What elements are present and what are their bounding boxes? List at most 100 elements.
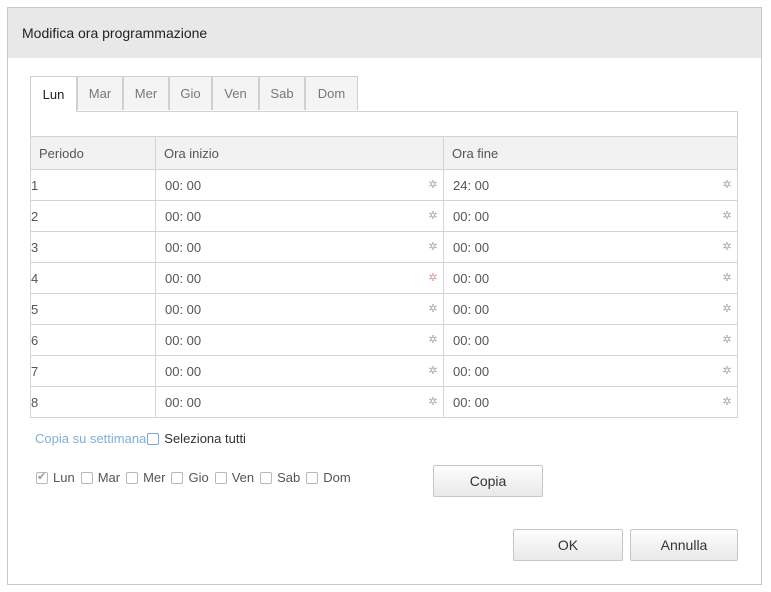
start-time-field[interactable]: 00: 00 ✲ [155, 355, 444, 387]
period-cell: 5 [30, 293, 156, 325]
day-checkbox-label: Mar [97, 470, 121, 485]
tab-mer[interactable]: Mer [123, 76, 169, 110]
copy-day-mer[interactable]: Mer [125, 470, 165, 485]
tab-ven[interactable]: Ven [212, 76, 259, 110]
table-row: 3 00: 00 ✲ 00: 00 ✲ [30, 231, 738, 263]
clock-picker-icon[interactable]: ✲ [426, 363, 440, 379]
day-checkbox[interactable] [126, 471, 139, 484]
end-time-field[interactable]: 24: 00 ✲ [443, 169, 738, 201]
cancel-button[interactable]: Annulla [630, 529, 738, 561]
clock-picker-icon[interactable]: ✲ [426, 177, 440, 193]
clock-picker-icon[interactable]: ✲ [720, 301, 734, 317]
copy-week-row: Copia su settimana Seleziona tutti [35, 431, 246, 446]
day-checkbox[interactable] [306, 471, 319, 484]
day-checkbox-label: Sab [277, 470, 301, 485]
end-time-value: 00: 00 [453, 364, 490, 379]
day-checkbox-label: Dom [323, 470, 351, 485]
day-checkbox-label: Ven [231, 470, 255, 485]
copy-day-sab[interactable]: Sab [259, 470, 300, 485]
start-time-field[interactable]: 00: 00 ✲ [155, 324, 444, 356]
period-cell: 2 [30, 200, 156, 232]
day-checkbox[interactable] [171, 471, 184, 484]
clock-picker-icon[interactable]: ✲ [426, 239, 440, 255]
copy-week-link[interactable]: Copia su settimana [35, 431, 146, 446]
day-checkbox[interactable] [80, 471, 93, 484]
clock-picker-icon[interactable]: ✲ [720, 332, 734, 348]
table-row: 4 00: 00 ✲ 00: 00 ✲ [30, 262, 738, 294]
end-time-field[interactable]: 00: 00 ✲ [443, 293, 738, 325]
copy-day-ven[interactable]: Ven [214, 470, 254, 485]
copy-days-row: Lun Mar Mer Gio Ven Sab Dom [35, 470, 356, 485]
end-time-field[interactable]: 00: 00 ✲ [443, 231, 738, 263]
column-header-period: Periodo [30, 136, 156, 170]
clock-picker-icon[interactable]: ✲ [720, 363, 734, 379]
start-time-value: 00: 00 [165, 178, 202, 193]
column-header-start: Ora inizio [155, 136, 444, 170]
day-checkbox[interactable] [36, 470, 48, 484]
end-time-value: 00: 00 [453, 240, 490, 255]
copy-day-mar[interactable]: Mar [80, 470, 120, 485]
copy-button[interactable]: Copia [433, 465, 543, 497]
end-time-field[interactable]: 00: 00 ✲ [443, 200, 738, 232]
start-time-value: 00: 00 [165, 395, 202, 410]
end-time-field[interactable]: 00: 00 ✲ [443, 355, 738, 387]
clock-picker-icon[interactable]: ✲ [720, 177, 734, 193]
end-time-value: 00: 00 [453, 333, 490, 348]
tab-sab[interactable]: Sab [259, 76, 305, 110]
start-time-value: 00: 00 [165, 333, 202, 348]
clock-picker-icon[interactable]: ✲ [426, 332, 440, 348]
period-cell: 7 [30, 355, 156, 387]
table-row: 5 00: 00 ✲ 00: 00 ✲ [30, 293, 738, 325]
period-cell: 6 [30, 324, 156, 356]
clock-picker-icon[interactable]: ✲ [426, 301, 440, 317]
ok-button[interactable]: OK [513, 529, 623, 561]
start-time-value: 00: 00 [165, 302, 202, 317]
end-time-value: 00: 00 [453, 395, 490, 410]
start-time-field[interactable]: 00: 00 ✲ [155, 262, 444, 294]
day-checkbox[interactable] [214, 471, 227, 484]
day-checkbox[interactable] [260, 471, 273, 484]
schedule-table: Periodo Ora inizio Ora fine 1 00: 00 ✲ 24: … [30, 136, 738, 418]
clock-picker-icon[interactable]: ✲ [720, 394, 734, 410]
copy-day-lun[interactable]: Lun [35, 470, 75, 485]
clock-picker-icon[interactable]: ✲ [426, 394, 440, 410]
tab-gio[interactable]: Gio [169, 76, 212, 110]
end-time-field[interactable]: 00: 00 ✲ [443, 386, 738, 418]
period-cell: 4 [30, 262, 156, 294]
select-all-checkbox[interactable] [147, 432, 160, 445]
start-time-field[interactable]: 00: 00 ✲ [155, 169, 444, 201]
start-time-value: 00: 00 [165, 209, 202, 224]
period-cell: 3 [30, 231, 156, 263]
tab-content-strip [30, 111, 738, 136]
copy-day-dom[interactable]: Dom [305, 470, 351, 485]
start-time-field[interactable]: 00: 00 ✲ [155, 293, 444, 325]
column-header-end: Ora fine [443, 136, 738, 170]
table-row: 8 00: 00 ✲ 00: 00 ✲ [30, 386, 738, 418]
clock-picker-icon[interactable]: ✲ [720, 208, 734, 224]
start-time-field[interactable]: 00: 00 ✲ [155, 386, 444, 418]
end-time-field[interactable]: 00: 00 ✲ [443, 324, 738, 356]
tab-lun[interactable]: Lun [30, 76, 77, 112]
period-cell: 1 [30, 169, 156, 201]
start-time-value: 00: 00 [165, 240, 202, 255]
period-cell: 8 [30, 386, 156, 418]
table-row: 1 00: 00 ✲ 24: 00 ✲ [30, 169, 738, 201]
copy-day-gio[interactable]: Gio [170, 470, 209, 485]
end-time-field[interactable]: 00: 00 ✲ [443, 262, 738, 294]
day-checkbox-label: Mer [143, 470, 166, 485]
start-time-value: 00: 00 [165, 271, 202, 286]
day-checkbox-label: Lun [53, 470, 75, 485]
tab-mar[interactable]: Mar [77, 76, 123, 110]
start-time-field[interactable]: 00: 00 ✲ [155, 200, 444, 232]
clock-picker-icon[interactable]: ✲ [720, 270, 734, 286]
day-checkbox-label: Gio [188, 470, 209, 485]
end-time-value: 24: 00 [453, 178, 490, 193]
end-time-value: 00: 00 [453, 209, 490, 224]
clock-picker-icon[interactable]: ✲ [426, 270, 440, 286]
start-time-field[interactable]: 00: 00 ✲ [155, 231, 444, 263]
end-time-value: 00: 00 [453, 271, 490, 286]
clock-picker-icon[interactable]: ✲ [720, 239, 734, 255]
table-row: 7 00: 00 ✲ 00: 00 ✲ [30, 355, 738, 387]
clock-picker-icon[interactable]: ✲ [426, 208, 440, 224]
tab-dom[interactable]: Dom [305, 76, 358, 110]
